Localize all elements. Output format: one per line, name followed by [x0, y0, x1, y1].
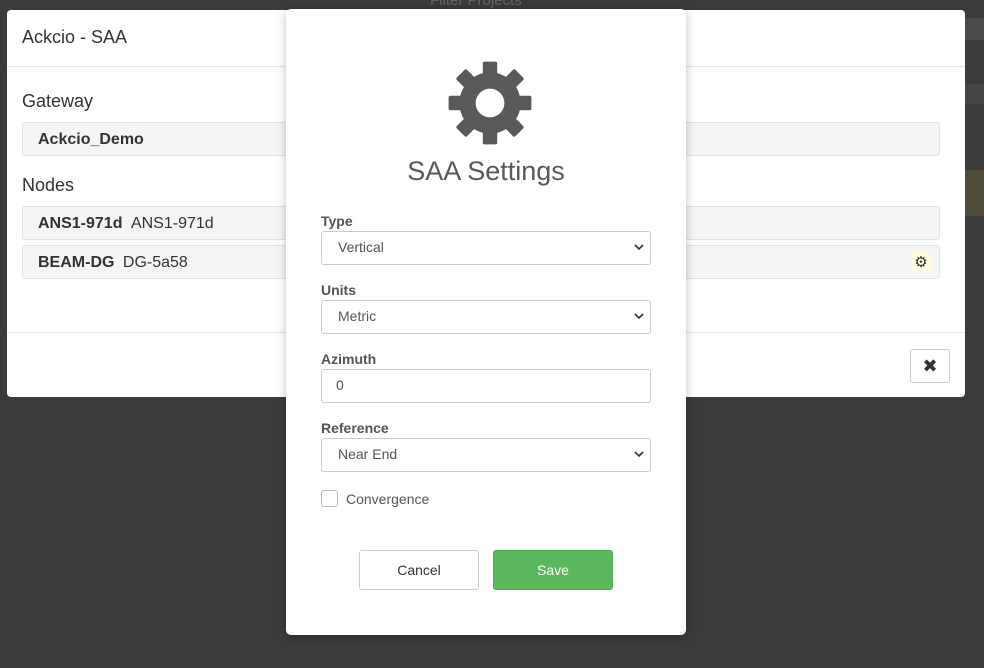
chevron-down-icon — [634, 244, 644, 251]
units-select[interactable]: Metric — [321, 300, 651, 334]
reference-label: Reference — [321, 420, 389, 436]
save-button[interactable]: Save — [493, 550, 613, 590]
type-label: Type — [321, 213, 353, 229]
chevron-down-icon — [634, 451, 644, 458]
nodes-label: Nodes — [22, 175, 75, 195]
close-button[interactable]: ✖ — [910, 349, 950, 383]
type-value: Vertical — [338, 239, 384, 255]
background-row — [965, 170, 984, 216]
azimuth-input[interactable]: 0 — [321, 369, 651, 403]
background-row — [965, 84, 984, 104]
units-value: Metric — [338, 308, 377, 324]
gear-icon — [448, 61, 532, 145]
chevron-down-icon — [634, 313, 644, 320]
convergence-row: Convergence — [321, 490, 429, 507]
close-icon: ✖ — [922, 355, 938, 376]
dialog-title: SAA Settings — [407, 156, 565, 186]
convergence-label: Convergence — [346, 490, 430, 507]
saa-settings-dialog: SAA Settings Type Vertical Units Metric … — [286, 9, 686, 635]
azimuth-label: Azimuth — [321, 351, 377, 367]
azimuth-value: 0 — [336, 377, 344, 393]
filter-projects-text: Filter Projects — [430, 0, 522, 9]
convergence-checkbox[interactable] — [321, 490, 338, 507]
reference-value: Near End — [338, 446, 398, 462]
type-select[interactable]: Vertical — [321, 231, 651, 265]
node-name: BEAM-DG — [38, 254, 115, 271]
background-row — [965, 18, 984, 40]
node-settings-gear-icon[interactable]: ⚙ — [911, 252, 931, 272]
node-name: ANS1-971d — [38, 215, 123, 232]
units-label: Units — [321, 282, 356, 298]
reference-select[interactable]: Near End — [321, 438, 651, 472]
gateway-label: Gateway — [22, 91, 94, 111]
cancel-button[interactable]: Cancel — [359, 550, 479, 590]
node-id: DG-5a58 — [122, 254, 188, 271]
node-id: ANS1-971d — [130, 215, 214, 232]
